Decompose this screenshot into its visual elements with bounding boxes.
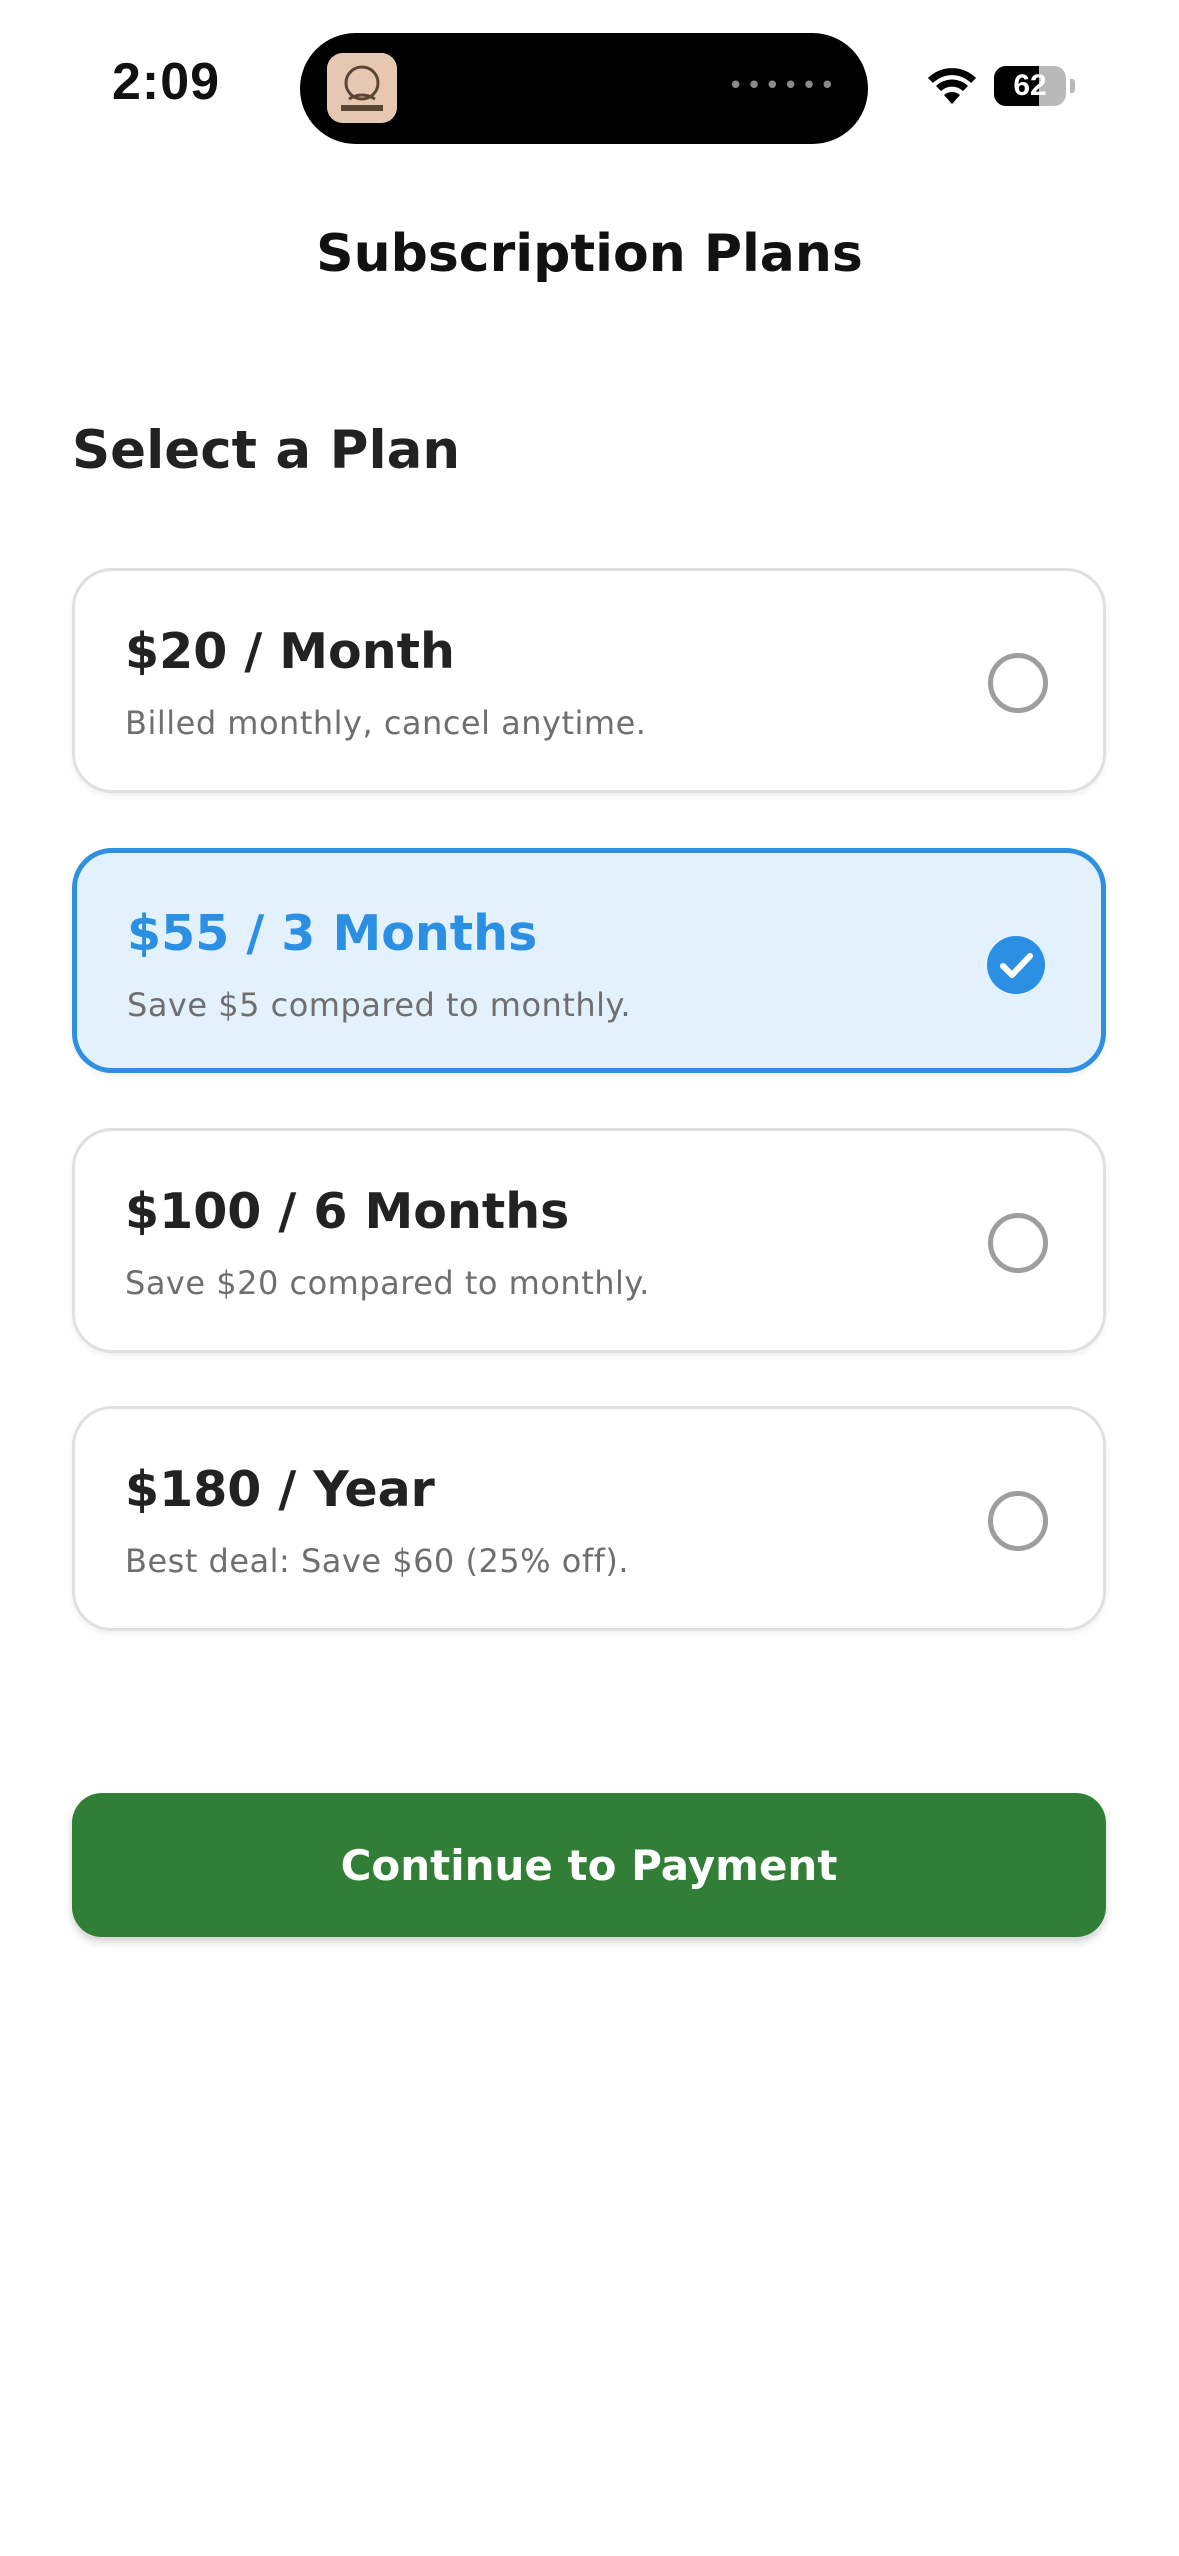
plan-description: Save $5 compared to monthly. <box>127 986 632 1024</box>
battery-icon: 62 <box>994 66 1075 106</box>
plan-description: Billed monthly, cancel anytime. <box>125 704 647 742</box>
plan-description: Save $20 compared to monthly. <box>125 1264 650 1302</box>
status-bar: 2:09 •••••• 62 <box>0 0 1179 170</box>
plan-name: $100 / 6 Months <box>125 1183 570 1240</box>
radio-unchecked-icon[interactable] <box>988 653 1048 713</box>
app-icon <box>327 53 397 123</box>
plan-card-6-months[interactable]: $100 / 6 Months Save $20 compared to mon… <box>72 1128 1106 1353</box>
battery-level: 62 <box>1013 69 1047 102</box>
section-title: Select a Plan <box>72 420 461 481</box>
wifi-icon <box>928 68 976 104</box>
continue-to-payment-button[interactable]: Continue to Payment <box>72 1793 1106 1937</box>
plan-card-3-months[interactable]: $55 / 3 Months Save $5 compared to month… <box>72 848 1106 1073</box>
plan-card-monthly[interactable]: $20 / Month Billed monthly, cancel anyti… <box>72 568 1106 793</box>
plan-name: $20 / Month <box>125 623 455 680</box>
page-title: Subscription Plans <box>316 224 863 284</box>
dynamic-island: •••••• <box>300 33 868 144</box>
plan-card-yearly[interactable]: $180 / Year Best deal: Save $60 (25% off… <box>72 1406 1106 1631</box>
status-time: 2:09 <box>112 53 221 111</box>
radio-unchecked-icon[interactable] <box>988 1491 1048 1551</box>
plan-name: $55 / 3 Months <box>127 905 538 962</box>
activity-dots-icon: •••••• <box>727 71 838 101</box>
radio-unchecked-icon[interactable] <box>988 1213 1048 1273</box>
radio-checked-icon[interactable] <box>986 935 1046 995</box>
plan-name: $180 / Year <box>125 1461 435 1518</box>
plan-description: Best deal: Save $60 (25% off). <box>125 1542 629 1580</box>
